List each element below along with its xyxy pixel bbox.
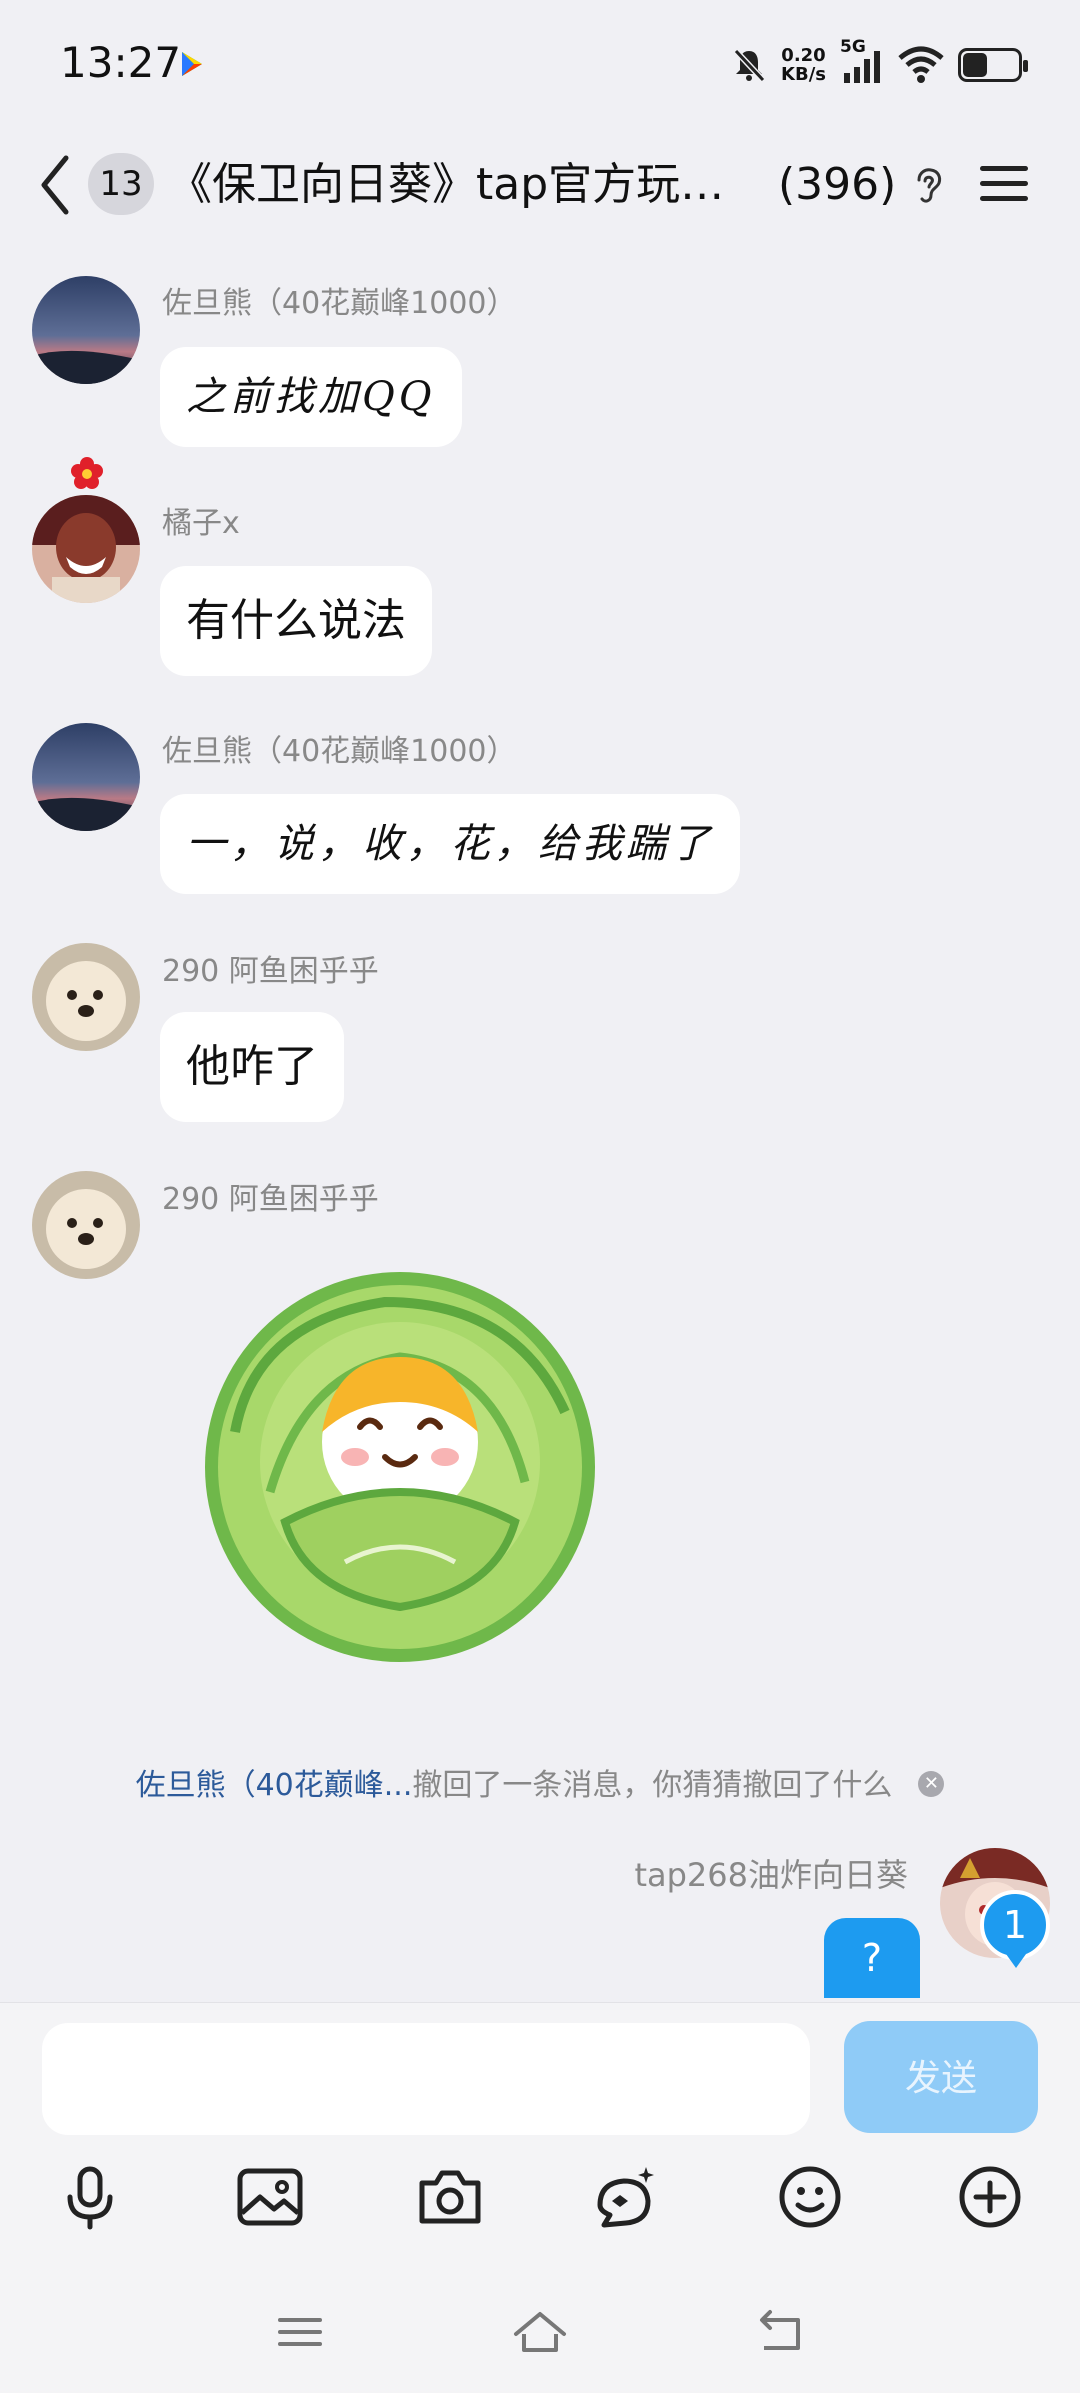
recall-notice: 佐旦熊（40花巅峰...撤回了一条消息，你猜猜撤回了什么 ✕ — [0, 1760, 1080, 1804]
plus-icon[interactable] — [954, 2161, 1026, 2233]
chat-header: 13 《保卫向日葵》tap官方玩家… (396) — [0, 130, 1080, 240]
image-icon[interactable] — [234, 2161, 306, 2233]
avatar[interactable] — [32, 276, 140, 384]
back-nav-icon[interactable] — [750, 2304, 810, 2360]
sender-name: 佐旦熊（40花巅峰1000） — [162, 286, 517, 321]
avatar[interactable] — [32, 1171, 140, 1279]
message-input[interactable] — [42, 2023, 810, 2135]
menu-icon[interactable] — [978, 160, 1030, 208]
self-sender-name: tap268油炸向日葵 — [634, 1856, 908, 1894]
mute-bell-icon — [733, 48, 766, 83]
chat-title[interactable]: 《保卫向日葵》tap官方玩家… (396) — [168, 152, 908, 218]
microphone-icon[interactable] — [54, 2161, 126, 2233]
avatar[interactable] — [32, 723, 140, 831]
unread-count-badge[interactable]: 13 — [88, 153, 154, 215]
cabbage-shiba-sticker[interactable] — [195, 1262, 605, 1667]
flower-decoration-icon — [71, 457, 103, 489]
play-store-icon — [182, 52, 202, 76]
avatar[interactable] — [32, 943, 140, 1051]
message-bubble[interactable]: 一，说，收，花，给我踹了 — [160, 794, 740, 894]
sender-name: 佐旦熊（40花巅峰1000） — [162, 734, 517, 769]
new-message-badge-tail — [1006, 1954, 1026, 1968]
wifi-icon — [898, 46, 944, 83]
recent-apps-icon[interactable] — [270, 2304, 330, 2360]
self-message-bubble[interactable]: ? — [824, 1918, 920, 1998]
recall-text: 撤回了一条消息，你猜猜撤回了什么 — [412, 1768, 893, 1803]
back-button[interactable] — [36, 152, 76, 218]
message-bubble[interactable]: 他咋了 — [160, 1012, 344, 1122]
sender-name: 290 阿鱼困乎乎 — [162, 954, 379, 989]
group-name: 《保卫向日葵》tap官方玩家… — [168, 159, 768, 210]
ear-icon[interactable] — [910, 166, 944, 206]
sender-name: 橘子x — [162, 506, 240, 541]
sender-name: 290 阿鱼困乎乎 — [162, 1182, 379, 1217]
network-speed: 0.20 KB/s — [781, 45, 826, 85]
status-time: 13:27 — [60, 38, 182, 87]
battery-icon — [958, 48, 1028, 82]
camera-icon[interactable] — [414, 2161, 486, 2233]
send-button[interactable]: 发送 — [844, 2021, 1038, 2133]
avatar[interactable] — [32, 495, 140, 603]
emoji-icon[interactable] — [774, 2161, 846, 2233]
message-bubble[interactable]: 有什么说法 — [160, 566, 432, 676]
cellular-signal-icon: 5G — [840, 37, 884, 85]
recall-user-link[interactable]: 佐旦熊（40花巅峰... — [136, 1768, 413, 1803]
message-bubble[interactable]: 之前找加QQ — [160, 347, 462, 447]
status-bar: 13:27 0.20 KB/s 5G — [0, 0, 1080, 130]
member-count: (396) — [778, 159, 897, 210]
new-message-badge[interactable]: 1 — [980, 1890, 1050, 1960]
magic-pen-icon[interactable] — [590, 2161, 662, 2233]
system-nav-bar — [0, 2300, 1080, 2392]
close-icon[interactable]: ✕ — [918, 1770, 945, 1797]
home-icon[interactable] — [510, 2304, 570, 2360]
